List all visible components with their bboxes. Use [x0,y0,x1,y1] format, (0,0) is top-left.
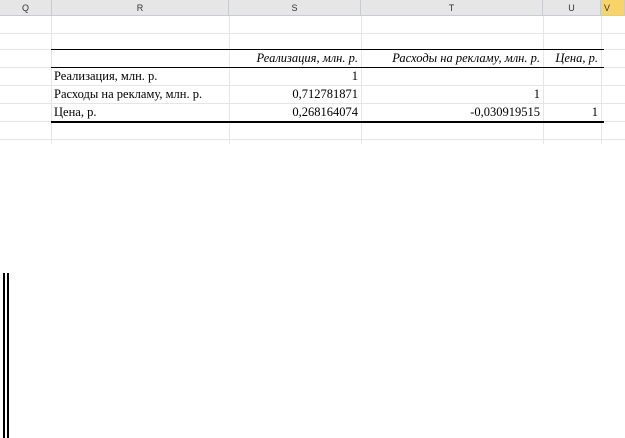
table-bottom-rule [51,121,604,123]
column-header-u[interactable]: U [543,0,601,16]
gridline [543,16,544,144]
frame-border-line [7,273,9,438]
column-header-t[interactable]: T [361,0,543,16]
table-cell[interactable]: 1 [543,104,601,121]
gridline [361,16,362,144]
gridline [0,139,625,140]
table-row-label[interactable]: Реализация, млн. р. [51,68,229,85]
table-header-cell[interactable]: Цена, р. [543,50,601,67]
column-header-r[interactable]: R [52,0,229,16]
table-header-cell[interactable]: Реализация, млн. р. [229,50,361,67]
table-row-label[interactable]: Расходы на рекламу, млн. р. [51,86,229,103]
frame-border-line [3,273,5,438]
column-header-v[interactable]: V [601,0,625,16]
column-header-q[interactable]: Q [0,0,52,16]
table-cell[interactable]: 1 [361,86,543,103]
table-row-label[interactable]: Цена, р. [51,104,229,121]
gridline [601,16,602,144]
table-cell[interactable]: 1 [229,68,361,85]
gridline [0,33,625,34]
column-header-s[interactable]: S [229,0,361,16]
table-cell[interactable]: 0,268164074 [229,104,361,121]
table-header-cell[interactable]: Расходы на рекламу, млн. р. [361,50,543,67]
spreadsheet-grid: Q R S T U V Реализация, млн. р. Расходы … [0,0,625,145]
table-cell[interactable]: 0,712781871 [229,86,361,103]
table-cell[interactable]: -0,030919515 [361,104,543,121]
